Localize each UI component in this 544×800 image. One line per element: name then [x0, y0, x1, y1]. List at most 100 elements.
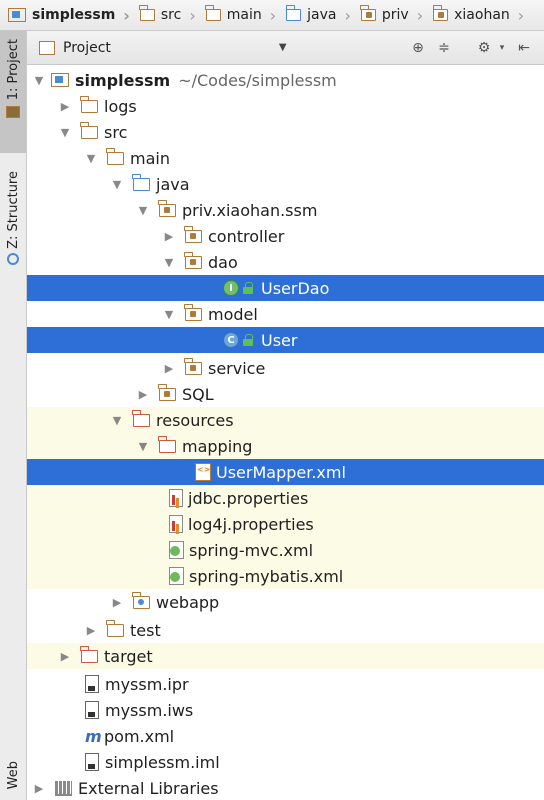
- chevron-right-icon: ›: [517, 5, 525, 25]
- package-icon: [158, 383, 176, 401]
- collapsed-arrow-icon[interactable]: ▶: [163, 230, 175, 243]
- folder-icon: [80, 121, 98, 139]
- collapsed-arrow-icon[interactable]: ▶: [33, 782, 45, 795]
- collapse-all-icon[interactable]: ≑: [435, 39, 453, 57]
- tree-node-usermapper[interactable]: UserMapper.xml: [27, 459, 544, 485]
- chevron-right-icon: ›: [416, 5, 424, 25]
- tab-project[interactable]: 1: Project: [0, 31, 26, 153]
- collapsed-arrow-icon[interactable]: ▶: [59, 650, 71, 663]
- resource-folder-icon: [132, 409, 150, 427]
- tree-node-spring-mvc[interactable]: spring-mvc.xml: [27, 537, 544, 563]
- interface-icon: I: [223, 280, 239, 296]
- breadcrumb-item-priv[interactable]: priv ›: [353, 0, 425, 30]
- collapsed-arrow-icon[interactable]: ▶: [137, 388, 149, 401]
- tree-node-log4j[interactable]: log4j.properties: [27, 511, 544, 537]
- tree-node-userdao[interactable]: I UserDao: [27, 275, 544, 301]
- locate-icon[interactable]: ⊕: [409, 39, 427, 57]
- tree-node-package[interactable]: ▼ priv.xiaohan.ssm: [27, 197, 544, 223]
- tab-structure[interactable]: Z: Structure: [0, 165, 26, 295]
- tree-node-ipr[interactable]: myssm.ipr: [27, 671, 544, 697]
- lock-icon: [243, 334, 253, 346]
- tree-node-sql[interactable]: ▶ SQL: [27, 381, 544, 407]
- breadcrumb-item-java[interactable]: java ›: [278, 0, 353, 30]
- expanded-arrow-icon[interactable]: ▼: [111, 414, 123, 427]
- tree-node-iml[interactable]: simplessm.iml: [27, 749, 544, 775]
- tree-node-java[interactable]: ▼ java: [27, 171, 544, 197]
- expanded-arrow-icon[interactable]: ▼: [33, 74, 45, 87]
- collapsed-arrow-icon[interactable]: ▶: [111, 596, 123, 609]
- gear-icon[interactable]: ⚙: [475, 39, 493, 57]
- expanded-arrow-icon[interactable]: ▼: [163, 256, 175, 269]
- tree-node-dao[interactable]: ▼ dao: [27, 249, 544, 275]
- folder-icon: [106, 619, 124, 637]
- tree-node-external-libraries[interactable]: ▶ External Libraries: [27, 775, 544, 800]
- package-icon: [184, 357, 202, 375]
- module-folder-icon: [51, 73, 69, 87]
- breadcrumb-item-xiaohan[interactable]: xiaohan ›: [425, 0, 526, 30]
- expanded-arrow-icon[interactable]: ▼: [137, 440, 149, 453]
- resource-folder-icon: [158, 435, 176, 453]
- breadcrumb: simplessm › src › main › java › priv › x…: [0, 0, 544, 31]
- chevron-right-icon: ›: [123, 5, 130, 25]
- excluded-folder-icon: [80, 645, 98, 663]
- expanded-arrow-icon[interactable]: ▼: [111, 178, 123, 191]
- lock-icon: [243, 282, 253, 294]
- project-view-selector[interactable]: Project: [63, 40, 111, 56]
- tree-node-mapping[interactable]: ▼ mapping: [27, 433, 544, 459]
- tree-node-controller[interactable]: ▶ controller: [27, 223, 544, 249]
- library-icon: [55, 780, 72, 796]
- tree-node-jdbc[interactable]: jdbc.properties: [27, 485, 544, 511]
- folder-icon: [139, 5, 155, 21]
- properties-file-icon: [169, 489, 183, 507]
- chevron-right-icon: ›: [344, 5, 351, 25]
- tree-node-target[interactable]: ▶ target: [27, 643, 544, 669]
- package-icon: [158, 199, 176, 217]
- tree-node-logs[interactable]: ▶ logs: [27, 93, 544, 119]
- package-icon: [360, 5, 376, 21]
- file-icon: [85, 753, 99, 771]
- file-icon: [85, 701, 99, 719]
- tree-node-src[interactable]: ▼ src: [27, 119, 544, 145]
- tree-node-iws[interactable]: myssm.iws: [27, 697, 544, 723]
- web-folder-icon: [132, 591, 150, 609]
- expanded-arrow-icon[interactable]: ▼: [163, 308, 175, 321]
- chevron-down-icon[interactable]: ▼: [279, 42, 287, 53]
- chevron-right-icon: ›: [189, 5, 196, 25]
- spring-xml-icon: [169, 541, 184, 559]
- tree-node-test[interactable]: ▶ test: [27, 617, 544, 643]
- source-folder-icon: [285, 5, 302, 21]
- tree-node-resources[interactable]: ▼ resources: [27, 407, 544, 433]
- package-icon: [184, 303, 202, 321]
- tab-web[interactable]: Web: [0, 759, 26, 799]
- tree-node-service[interactable]: ▶ service: [27, 355, 544, 381]
- collapsed-arrow-icon[interactable]: ▶: [85, 624, 97, 637]
- expanded-arrow-icon[interactable]: ▼: [59, 126, 71, 139]
- tree-node-model[interactable]: ▼ model: [27, 301, 544, 327]
- tree-node-user[interactable]: C User: [27, 327, 544, 353]
- chevron-right-icon: ›: [269, 5, 277, 25]
- tree-node-spring-mybatis[interactable]: spring-mybatis.xml: [27, 563, 544, 589]
- tree-node-simplessm[interactable]: ▼ simplessm ~/Codes/simplessm: [27, 67, 544, 93]
- expanded-arrow-icon[interactable]: ▼: [85, 152, 97, 165]
- tree-node-pom[interactable]: m pom.xml: [27, 723, 544, 749]
- folder-icon: [205, 5, 221, 21]
- spring-xml-icon: [169, 567, 184, 585]
- breadcrumb-item-simplessm[interactable]: simplessm ›: [0, 0, 132, 30]
- class-icon: C: [223, 332, 239, 348]
- breadcrumb-item-main[interactable]: main ›: [198, 0, 278, 30]
- folder-icon: [106, 147, 124, 165]
- package-icon: [184, 225, 202, 243]
- xml-file-icon: [195, 463, 211, 481]
- hide-panel-icon[interactable]: ⇤: [515, 39, 533, 57]
- tree-node-main[interactable]: ▼ main: [27, 145, 544, 171]
- collapsed-arrow-icon[interactable]: ▶: [59, 100, 71, 113]
- structure-icon: [7, 252, 19, 265]
- project-icon: [6, 106, 20, 119]
- tree-node-webapp[interactable]: ▶ webapp: [27, 589, 544, 615]
- expanded-arrow-icon[interactable]: ▼: [137, 204, 149, 217]
- tool-window-strip: 1: Project Z: Structure Web: [0, 31, 27, 800]
- folder-icon: [80, 95, 98, 113]
- collapsed-arrow-icon[interactable]: ▶: [163, 362, 175, 375]
- gear-dropdown-icon[interactable]: ▾: [493, 39, 511, 57]
- breadcrumb-item-src[interactable]: src ›: [132, 0, 198, 30]
